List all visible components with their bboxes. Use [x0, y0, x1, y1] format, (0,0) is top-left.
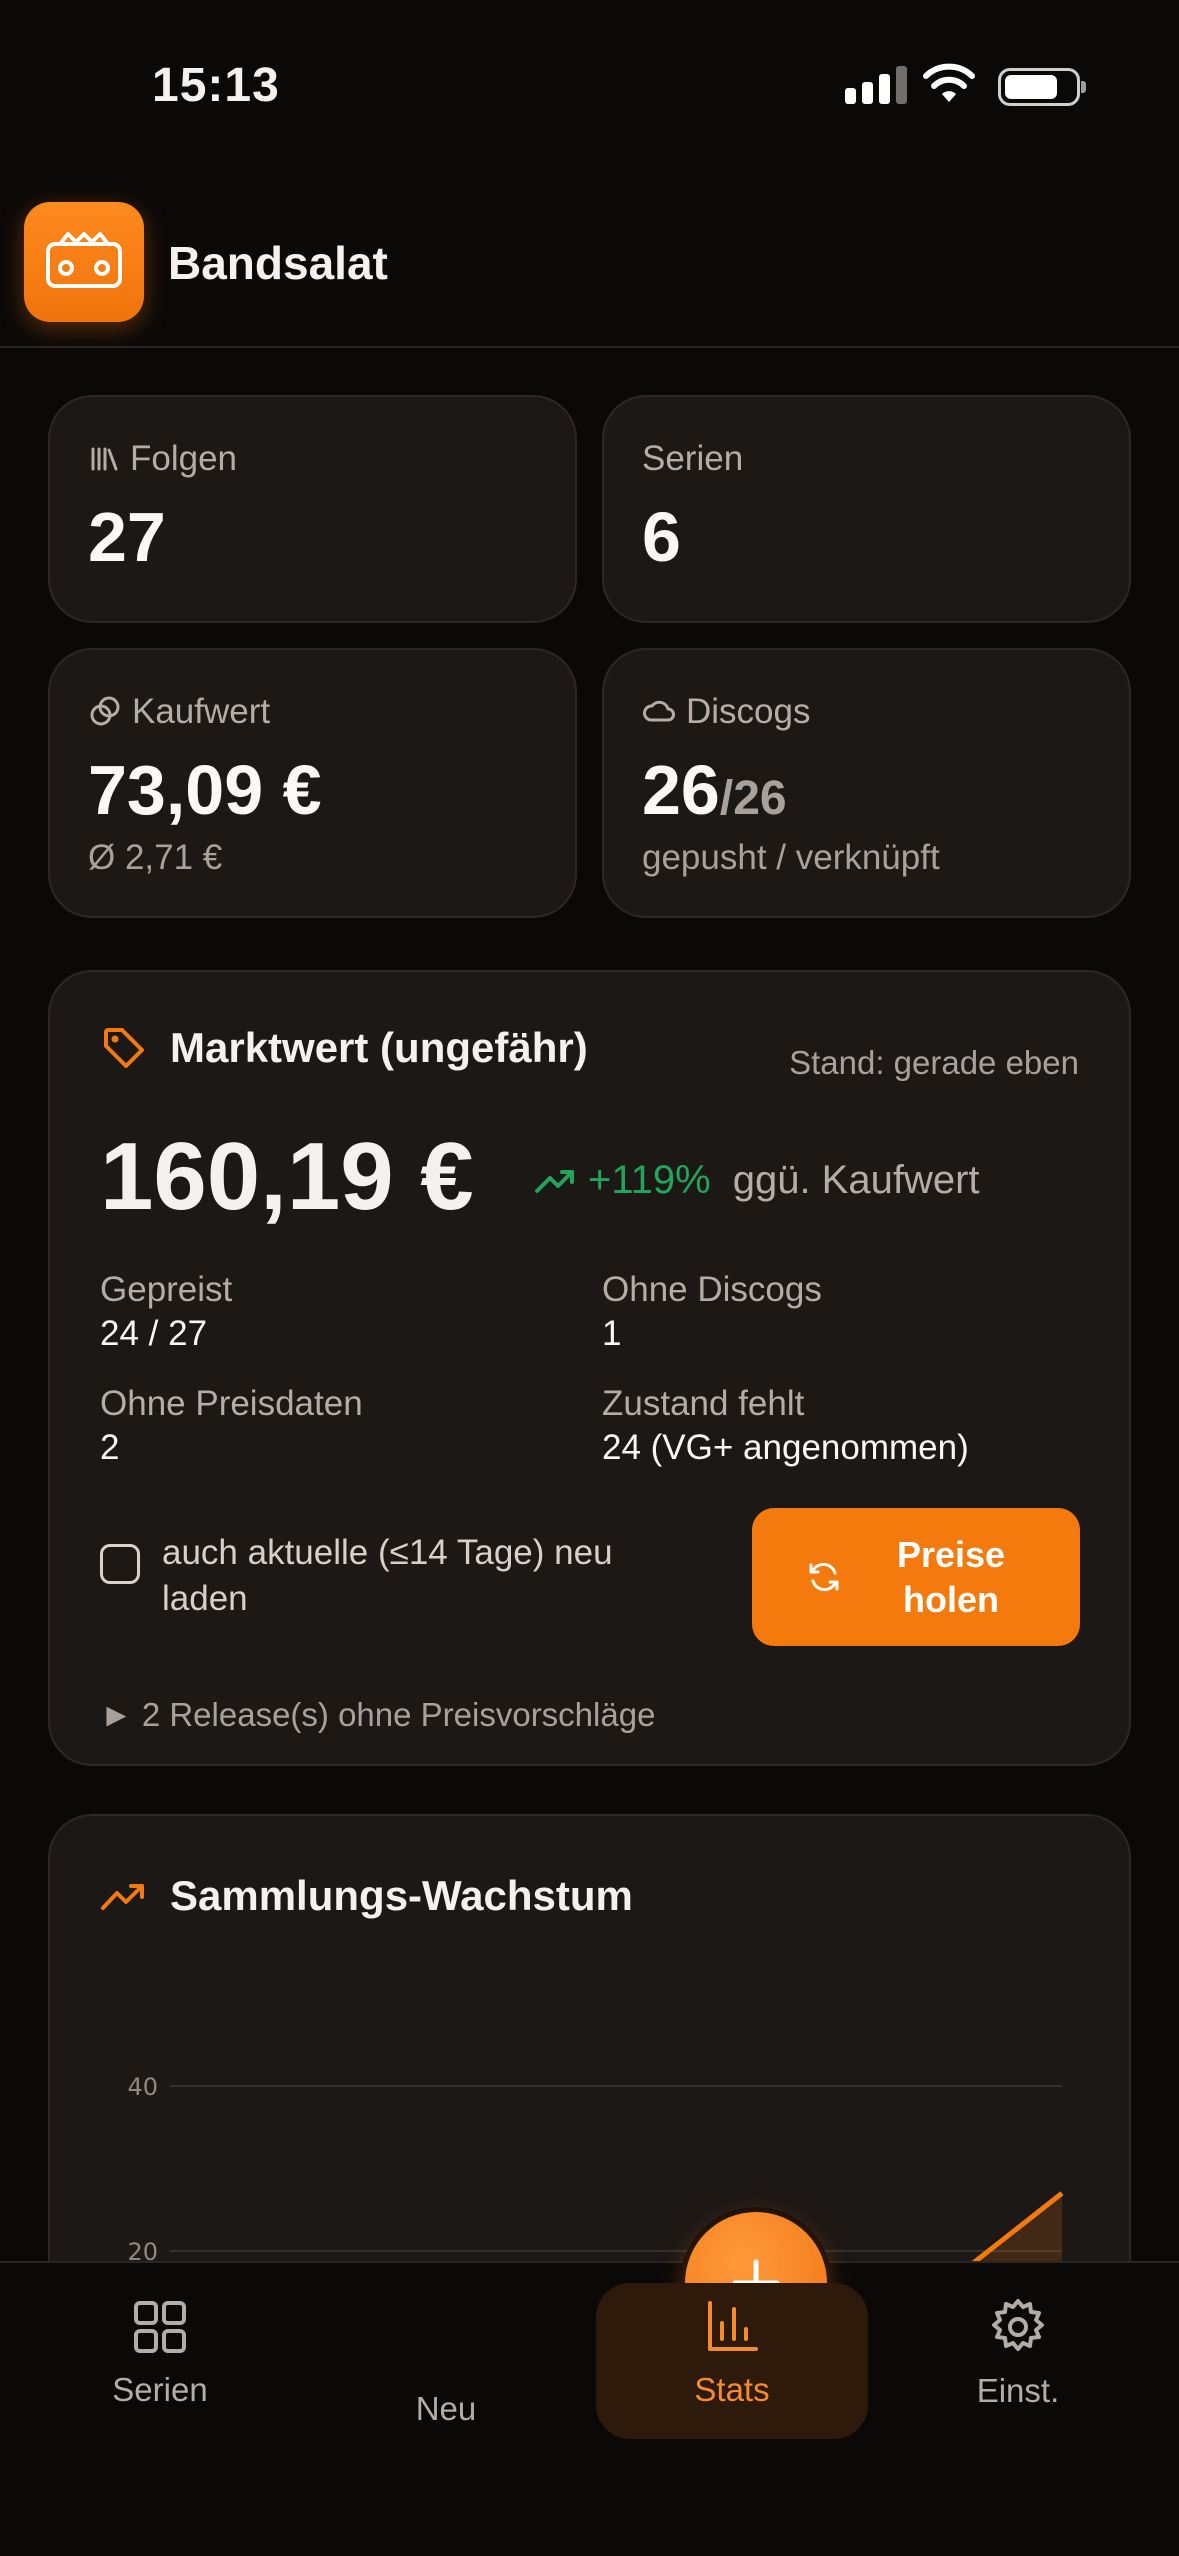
marktwert-compare: ggü. Kaufwert — [732, 1158, 980, 1202]
kv-ohne-preisdaten: Ohne Preisdaten 2 — [100, 1384, 363, 1467]
marktwert-card: Marktwert (ungefähr) Stand: gerade eben … — [48, 970, 1131, 1766]
trending-up-icon — [535, 1169, 574, 1193]
cloud-icon — [643, 700, 675, 722]
library-icon — [91, 447, 118, 471]
nav-neu[interactable]: Neu — [310, 2207, 832, 2443]
bottom-nav: Serien Neu Stats Einst. — [0, 2207, 1179, 2556]
coins-icon — [90, 696, 120, 726]
stat-value-discogs: 26 — [642, 751, 720, 829]
stat-value-kaufwert: 73,09 € — [88, 751, 322, 829]
nav-neu-label: Neu — [415, 2390, 477, 2427]
stat-value-serien: 6 — [642, 498, 681, 576]
cassette-icon — [24, 202, 144, 322]
nav-serien-label: Serien — [112, 2371, 208, 2408]
refresh-icon — [809, 1562, 839, 1592]
cellular-signal-icon — [845, 66, 907, 104]
fetch-prices-label: Preise holen — [896, 1534, 1006, 1620]
marktwert-change: +119% — [588, 1158, 711, 1202]
kv-gepreist: Gepreist 24 / 27 — [100, 1270, 233, 1353]
stat-sub-kaufwert: Ø 2,71 € — [88, 838, 223, 877]
tag-icon — [104, 1028, 144, 1068]
bar-chart-icon — [708, 2301, 758, 2351]
marktwert-title: Marktwert (ungefähr) — [170, 1024, 588, 1071]
status-bar: 15:13 — [0, 0, 1179, 170]
stat-label-serien: Serien — [642, 439, 744, 478]
kv-zustand-fehlt: Zustand fehlt 24 (VG+ angenommen) — [602, 1384, 969, 1467]
app-header: Bandsalat — [0, 180, 1179, 348]
stat-label-folgen: Folgen — [130, 439, 238, 478]
wifi-icon — [923, 63, 975, 102]
reload-checkbox-row[interactable]: auch aktuelle (≤14 Tage) neu laden — [100, 1530, 690, 1621]
kv-ohne-discogs: Ohne Discogs 1 — [602, 1270, 822, 1353]
nav-serien[interactable]: Serien — [24, 2263, 296, 2443]
nav-stats-label: Stats — [694, 2371, 770, 2408]
stat-card-discogs: Discogs 26/26 gepusht / verknüpft — [602, 648, 1131, 918]
nav-stats[interactable]: Stats — [596, 2263, 868, 2443]
status-time: 15:13 — [152, 59, 280, 112]
gear-icon — [992, 2299, 1044, 2351]
reload-checkbox[interactable] — [100, 1544, 140, 1584]
stat-total-discogs: /26 — [719, 772, 787, 825]
fetch-prices-button[interactable]: Preise holen — [752, 1508, 1080, 1646]
nav-einst[interactable]: Einst. — [882, 2263, 1154, 2443]
marktwert-stand: Stand: gerade eben — [789, 1044, 1079, 1081]
app-title: Bandsalat — [168, 237, 388, 289]
stat-label-discogs: Discogs — [686, 692, 811, 731]
stat-card-folgen: Folgen 27 — [48, 395, 577, 623]
stat-value-folgen: 27 — [88, 498, 166, 576]
stat-sub-discogs: gepusht / verknüpft — [642, 838, 940, 877]
stat-card-serien: Serien 6 — [602, 395, 1131, 623]
nav-einst-label: Einst. — [976, 2372, 1060, 2409]
stat-label-kaufwert: Kaufwert — [132, 692, 271, 731]
marktwert-value: 160,19 € — [100, 1123, 474, 1230]
battery-icon — [998, 68, 1086, 106]
grid-icon — [134, 2301, 186, 2353]
reload-checkbox-label[interactable]: auch aktuelle (≤14 Tage) neu laden — [162, 1530, 690, 1621]
y-tick-label: 40 — [127, 2073, 158, 2101]
release-note-toggle[interactable]: ► 2 Release(s) ohne Preisvorschläge — [100, 1696, 655, 1734]
stat-card-kaufwert: Kaufwert 73,09 € Ø 2,71 € — [48, 648, 577, 918]
